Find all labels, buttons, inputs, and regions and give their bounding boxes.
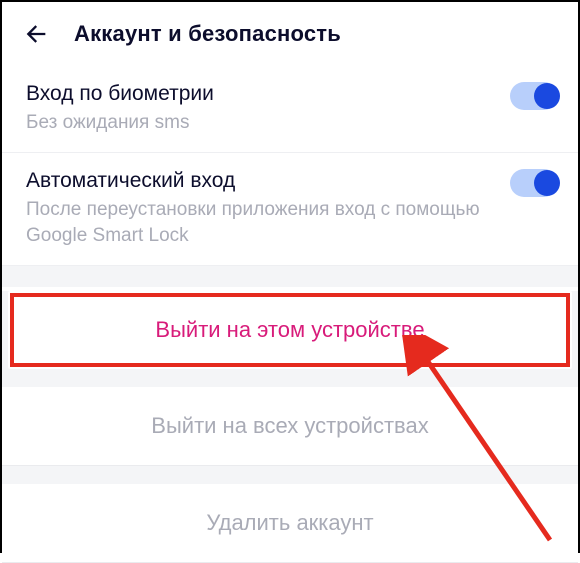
- toggle-knob: [534, 83, 560, 109]
- page-title: Аккаунт и безопасность: [74, 21, 341, 47]
- action-label: Удалить аккаунт: [206, 510, 373, 535]
- action-label: Выйти на этом устройстве: [155, 317, 424, 342]
- delete-account-button[interactable]: Удалить аккаунт: [2, 484, 578, 563]
- action-list: Выйти на этом устройстве Выйти на всех у…: [2, 291, 578, 563]
- logout-this-device-button[interactable]: Выйти на этом устройстве: [8, 291, 572, 369]
- setting-title: Вход по биометрии: [26, 80, 498, 108]
- arrow-left-icon: [22, 20, 50, 48]
- toggle-knob: [534, 170, 560, 196]
- setting-text: Автоматический вход После переустановки …: [26, 167, 510, 249]
- toggle-biometrics[interactable]: [510, 82, 558, 110]
- toggle-auto-login[interactable]: [510, 169, 558, 197]
- header: Аккаунт и безопасность: [2, 2, 578, 66]
- setting-subtitle: После переустановки приложения вход с по…: [26, 197, 498, 248]
- setting-auto-login[interactable]: Автоматический вход После переустановки …: [2, 153, 578, 265]
- setting-subtitle: Без ожидания sms: [26, 110, 498, 136]
- setting-biometrics[interactable]: Вход по биометрии Без ожидания sms: [2, 66, 578, 153]
- setting-title: Автоматический вход: [26, 167, 498, 195]
- setting-text: Вход по биометрии Без ожидания sms: [26, 80, 510, 136]
- logout-all-devices-button[interactable]: Выйти на всех устройствах: [2, 387, 578, 466]
- action-label: Выйти на всех устройствах: [151, 413, 428, 438]
- section-divider: [2, 265, 578, 287]
- back-button[interactable]: [22, 20, 50, 48]
